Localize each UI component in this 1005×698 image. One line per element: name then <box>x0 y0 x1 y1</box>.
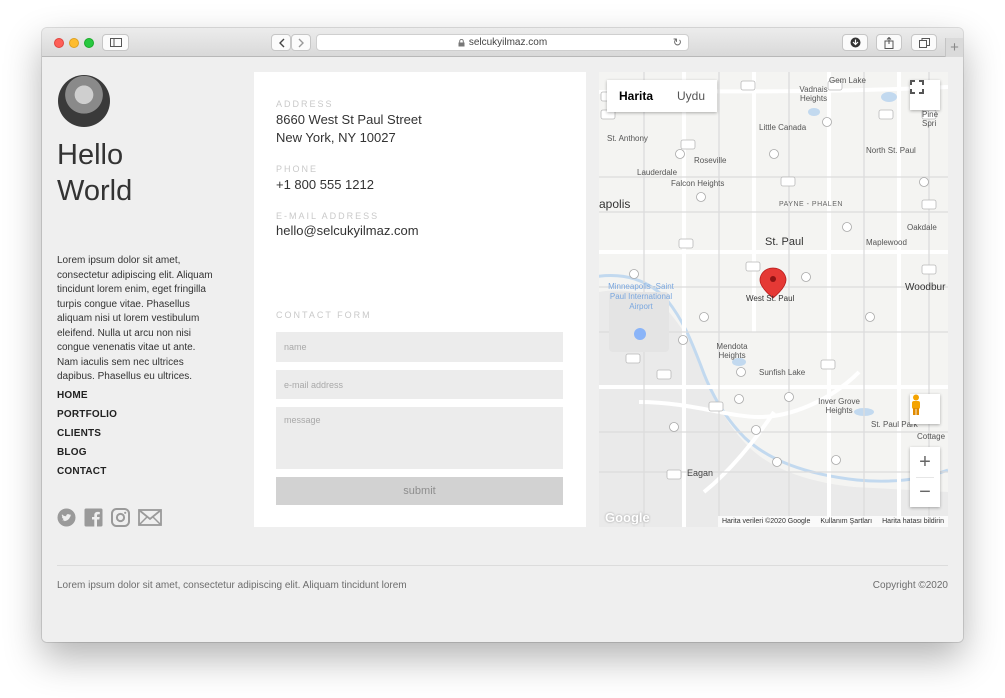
browser-window: selcukyilmaz.com ↻ + Hello World Lorem i… <box>42 28 963 642</box>
zoom-in-button[interactable]: + <box>919 447 931 477</box>
map-place-1: Vadnais Heights <box>799 85 828 103</box>
map-place-7: Lauderdale <box>637 168 678 177</box>
share-button[interactable] <box>876 34 902 51</box>
close-window-button[interactable] <box>54 38 64 48</box>
forward-button[interactable] <box>291 34 311 51</box>
map-place-10: PAYNE - PHALEN <box>779 201 843 208</box>
back-button[interactable] <box>271 34 291 51</box>
phone-label: PHONE <box>276 164 319 174</box>
street-view-button[interactable] <box>910 394 940 424</box>
bio-text: Lorem ipsum dolor sit amet, consectetur … <box>57 255 213 382</box>
address-line-2: New York, NY 10027 <box>276 130 396 145</box>
chevron-right-icon <box>298 38 304 47</box>
greeting-heading: Hello World <box>57 137 132 209</box>
name-input-placeholder: name <box>284 342 307 352</box>
map-place-17: Sunfish Lake <box>759 368 806 377</box>
greeting-line-2: World <box>57 175 133 207</box>
zoom-window-button[interactable] <box>84 38 94 48</box>
sidebar-icon <box>109 38 122 47</box>
zoom-out-button[interactable]: − <box>919 478 931 507</box>
submit-button[interactable]: submit <box>276 477 563 505</box>
email-input[interactable]: e-mail address <box>276 370 563 399</box>
fullscreen-button[interactable] <box>910 80 940 110</box>
url-text: selcukyilmaz.com <box>468 37 548 48</box>
mail-icon[interactable] <box>138 509 162 531</box>
address-label: ADDRESS <box>276 99 334 109</box>
nav-item-contact[interactable]: CONTACT <box>57 466 117 485</box>
new-tab-button[interactable]: + <box>945 38 963 57</box>
map-place-0: Gem Lake <box>829 76 866 85</box>
map-attribution: Harita verileri ©2020 Google Kullanım Şa… <box>717 516 948 527</box>
contact-form-title: CONTACT FORM <box>276 310 372 320</box>
map-place-5: Roseville <box>694 156 727 165</box>
pin-label: West St. Paul <box>746 294 795 303</box>
reload-icon[interactable]: ↻ <box>673 36 682 49</box>
map-place-14: Woodbur <box>905 282 946 293</box>
main-nav: HOME PORTFOLIO CLIENTS BLOG CONTACT <box>57 390 117 485</box>
nav-item-blog[interactable]: BLOG <box>57 447 117 466</box>
map-place-9: apolis <box>599 197 631 211</box>
footer-divider <box>57 565 948 566</box>
avatar <box>58 75 110 127</box>
address-line-1: 8660 West St Paul Street <box>276 112 422 127</box>
map-place-18: Inver Grove Heights <box>818 397 860 415</box>
footer-text: Lorem ipsum dolor sit amet, consectetur … <box>57 580 407 591</box>
map-embed[interactable]: Gem Lake Vadnais Heights Little Canada P… <box>599 72 948 527</box>
page-content: Hello World Lorem ipsum dolor sit amet, … <box>42 57 963 642</box>
nav-item-clients[interactable]: CLIENTS <box>57 428 117 447</box>
copyright-text: Copyright ©2020 <box>872 580 948 591</box>
tabs-icon <box>918 37 930 48</box>
phone-value: +1 800 555 1212 <box>276 177 374 192</box>
map-place-21: Eagan <box>687 468 714 478</box>
message-textarea[interactable]: message <box>276 407 563 469</box>
google-logo[interactable]: Google <box>605 510 650 525</box>
map-place-6: North St. Paul <box>866 146 916 155</box>
sidebar-toggle-button[interactable] <box>102 34 129 51</box>
map-report-error-link[interactable]: Harita hatası bildirin <box>882 518 944 525</box>
share-icon <box>884 36 894 49</box>
downloads-button[interactable] <box>842 34 868 51</box>
map-type-map-tab[interactable]: Harita <box>607 80 665 112</box>
chevron-left-icon <box>278 38 284 47</box>
map-data-attribution: Harita verileri ©2020 Google <box>721 518 811 525</box>
download-icon <box>850 37 860 48</box>
map-place-20: Cottage <box>917 432 946 441</box>
nav-item-portfolio[interactable]: PORTFOLIO <box>57 409 117 428</box>
message-textarea-placeholder: message <box>284 415 321 425</box>
map-place-4: St. Anthony <box>607 134 648 143</box>
facebook-icon[interactable] <box>84 508 103 532</box>
map-place-11: St. Paul <box>765 236 804 248</box>
address-bar[interactable]: selcukyilmaz.com ↻ <box>316 34 689 51</box>
map-place-8: Falcon Heights <box>671 179 725 188</box>
instagram-icon[interactable] <box>111 508 130 532</box>
email-value[interactable]: hello@selcukyilmaz.com <box>276 222 419 240</box>
tabs-overview-button[interactable] <box>911 34 937 51</box>
pegman-icon <box>912 394 920 415</box>
lock-icon <box>458 38 465 46</box>
name-input[interactable]: name <box>276 332 563 362</box>
browser-toolbar: selcukyilmaz.com ↻ + <box>42 28 963 57</box>
map-place-12: Oakdale <box>907 223 937 232</box>
map-type-satellite-tab[interactable]: Uydu <box>665 80 717 112</box>
map-place-13: Maplewood <box>866 238 907 247</box>
social-links <box>57 508 162 532</box>
twitter-icon[interactable] <box>57 508 76 532</box>
fullscreen-icon <box>910 80 924 94</box>
map-terms-link[interactable]: Kullanım Şartları <box>820 518 872 525</box>
nav-item-home[interactable]: HOME <box>57 390 117 409</box>
greeting-line-1: Hello <box>57 139 124 171</box>
map-place-2: Little Canada <box>759 123 807 132</box>
map-place-15: Minneapolis -Saint Paul International Ai… <box>608 282 674 311</box>
email-input-placeholder: e-mail address <box>284 379 344 390</box>
map-type-control: Harita Uydu <box>607 80 718 112</box>
map-place-3: Pine Spri <box>922 110 939 128</box>
email-label: E-MAIL ADDRESS <box>276 211 380 221</box>
map-place-16: Mendota Heights <box>716 342 748 360</box>
minimize-window-button[interactable] <box>69 38 79 48</box>
contact-card: ADDRESS 8660 West St Paul Street New Yor… <box>254 72 586 527</box>
zoom-control: + − <box>910 447 940 507</box>
